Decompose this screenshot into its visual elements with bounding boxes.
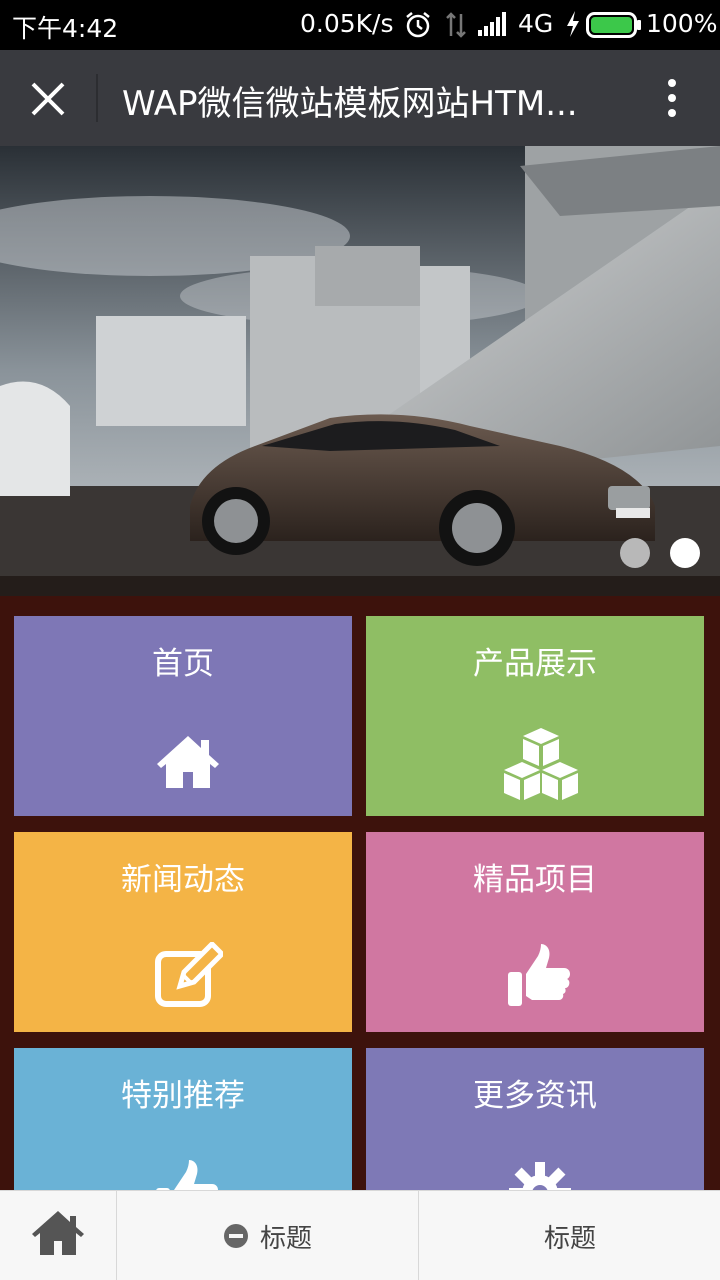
bottom-nav-label: 标题 [543,1223,596,1254]
status-network-speed: 0.05K/s [300,9,394,38]
tile-label: 首页 [152,646,214,682]
home-icon [32,1211,84,1255]
close-icon[interactable] [28,79,68,119]
edit-icon [153,940,226,1012]
bottom-nav-label: 标题 [259,1223,312,1254]
slide-indicator[interactable] [620,538,650,568]
tile-projects[interactable]: 精品项目 [366,832,704,1032]
tile-label: 精品项目 [473,862,597,898]
slide-indicator-active[interactable] [670,538,700,568]
bottom-nav: 标题 标题 [0,1190,720,1280]
tile-label: 特别推荐 [121,1078,245,1114]
title-divider [96,74,98,122]
minus-circle-icon [223,1224,248,1248]
banner-image [0,146,720,596]
data-transfer-icon [445,11,467,43]
signal-icon [478,12,512,40]
battery-icon [586,12,642,42]
title-bar: WAP微信微站模板网站HTM... [0,50,720,146]
tile-home[interactable]: 首页 [14,616,352,816]
tile-label: 产品展示 [473,646,597,682]
tile-news[interactable]: 新闻动态 [14,832,352,1032]
thumbs-up-icon [505,942,575,1012]
more-options-icon[interactable] [660,78,684,118]
bottom-nav-item-3[interactable]: 标题 [420,1191,720,1280]
tile-label: 新闻动态 [121,862,245,898]
tile-products[interactable]: 产品展示 [366,616,704,816]
banner-slider[interactable] [0,146,720,596]
home-icon [153,726,223,796]
tile-label: 更多资讯 [473,1078,597,1114]
bottom-nav-item-2[interactable]: 标题 [118,1191,419,1280]
status-time: 下午4:42 [12,14,119,43]
page-title: WAP微信微站模板网站HTM... [122,84,578,124]
alarm-icon [404,11,432,43]
bottom-nav-home[interactable] [0,1191,117,1280]
cubes-icon [500,722,582,804]
status-network-type: 4G [518,9,554,38]
status-bar: 下午4:42 0.05K/s 4G 100% [0,0,720,50]
status-battery-percent: 100% [646,9,718,38]
charging-icon [566,11,580,41]
